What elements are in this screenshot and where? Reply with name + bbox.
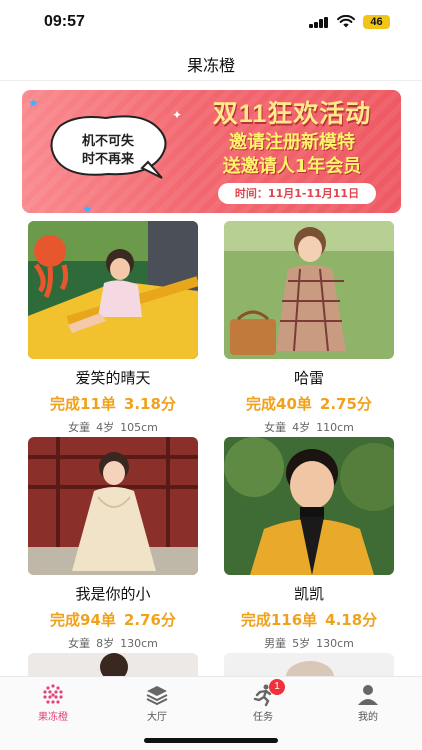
jelly-orange-icon xyxy=(43,684,63,704)
person-icon xyxy=(358,685,378,705)
order-count: 完成94单 xyxy=(50,611,116,629)
wifi-icon xyxy=(337,15,355,28)
speech-bubble: 机不可失 时不再来 xyxy=(46,114,170,180)
model-photo-image xyxy=(286,661,334,677)
gender: 女童 xyxy=(264,421,287,434)
order-count: 完成11单 xyxy=(50,395,116,413)
age: 8岁 xyxy=(96,637,115,650)
tab-label: 果冻橙 xyxy=(38,712,68,723)
tab-hall[interactable]: 大厅 xyxy=(117,677,197,725)
gender: 男童 xyxy=(264,637,287,650)
model-photo[interactable] xyxy=(224,653,394,677)
age: 4岁 xyxy=(96,421,115,434)
star-decoration-icon: ★ xyxy=(28,96,39,110)
bubble-text-line1: 机不可失 xyxy=(81,134,134,149)
model-name: 哈雷 xyxy=(293,369,324,387)
model-photo[interactable] xyxy=(28,437,198,575)
tab-label: 大厅 xyxy=(147,712,167,723)
age: 5岁 xyxy=(292,637,311,650)
model-name: 我是你的小 xyxy=(75,585,151,603)
task-count-badge: 1 xyxy=(269,679,285,695)
battery-indicator: 46 xyxy=(363,15,390,29)
layers-icon xyxy=(146,686,168,706)
model-photo-image xyxy=(28,221,198,359)
order-count: 完成116单 xyxy=(240,611,318,629)
model-card[interactable]: 我是你的小 完成94单 2.76分 女童 8岁 130cm xyxy=(28,437,198,659)
height: 130cm xyxy=(120,637,158,650)
height: 110cm xyxy=(316,421,354,434)
model-photo[interactable] xyxy=(224,437,394,575)
model-name: 凯凯 xyxy=(293,585,324,603)
status-bar: 09:57 46 xyxy=(0,0,422,44)
nav-bar: 果冻橙 xyxy=(0,44,422,81)
model-photo[interactable] xyxy=(28,221,198,359)
promo-banner[interactable]: ★ ★ ✦ 机不可失 时不再来 双11狂欢活动 邀请注册新模特 送邀请人1年会员… xyxy=(22,90,401,213)
model-photo[interactable] xyxy=(224,221,394,359)
tab-label: 任务 xyxy=(253,712,273,723)
tab-tasks[interactable]: 1 任务 xyxy=(223,677,303,725)
banner-subtitle: 送邀请人1年会员 xyxy=(222,156,362,177)
signal-icon xyxy=(309,17,329,28)
home-indicator xyxy=(144,738,278,743)
tab-label: 我的 xyxy=(358,712,378,723)
height: 130cm xyxy=(316,637,354,650)
gender: 女童 xyxy=(68,637,91,650)
model-stats: 完成94单 2.76分 xyxy=(28,609,198,630)
banner-subtitle: 邀请注册新模特 xyxy=(229,132,355,153)
status-time: 09:57 xyxy=(44,13,85,30)
model-card[interactable]: 凯凯 完成116单 4.18分 男童 5岁 130cm xyxy=(224,437,394,659)
rating-score: 4.18分 xyxy=(325,611,378,629)
model-name: 爱笑的晴天 xyxy=(75,369,151,387)
rating-score: 2.75分 xyxy=(319,395,372,413)
model-meta: 男童 5岁 130cm xyxy=(224,635,394,651)
order-count: 完成40单 xyxy=(246,395,312,413)
model-stats: 完成11单 3.18分 xyxy=(28,393,198,414)
bubble-text-line2: 时不再来 xyxy=(81,152,134,167)
rating-score: 3.18分 xyxy=(123,395,176,413)
model-card[interactable]: 哈雷 完成40单 2.75分 女童 4岁 110cm xyxy=(224,221,394,443)
rating-score: 2.76分 xyxy=(123,611,176,629)
star-decoration-icon: ★ xyxy=(82,202,93,213)
model-photo-image xyxy=(100,653,128,677)
model-stats: 完成40单 2.75分 xyxy=(224,393,394,414)
banner-title: 双11狂欢活动 xyxy=(212,100,372,128)
model-stats: 完成116单 4.18分 xyxy=(224,609,394,630)
star-decoration-icon: ✦ xyxy=(172,108,183,122)
model-meta: 女童 4岁 110cm xyxy=(224,419,394,435)
banner-date: 时间：11月1-11月11日 xyxy=(218,183,376,204)
tab-home[interactable]: 果冻橙 xyxy=(13,677,93,725)
age: 4岁 xyxy=(292,421,311,434)
model-card[interactable]: 爱笑的晴天 完成11单 3.18分 女童 4岁 105cm xyxy=(28,221,198,443)
gender: 女童 xyxy=(68,421,91,434)
model-meta: 女童 8岁 130cm xyxy=(28,635,198,651)
model-photo-image xyxy=(28,437,198,575)
model-photo-image xyxy=(224,437,394,575)
tab-mine[interactable]: 我的 xyxy=(328,677,408,725)
height: 105cm xyxy=(120,421,158,434)
model-photo[interactable] xyxy=(28,653,198,677)
page-title: 果冻橙 xyxy=(186,56,235,75)
model-photo-image xyxy=(224,221,394,359)
model-meta: 女童 4岁 105cm xyxy=(28,419,198,435)
